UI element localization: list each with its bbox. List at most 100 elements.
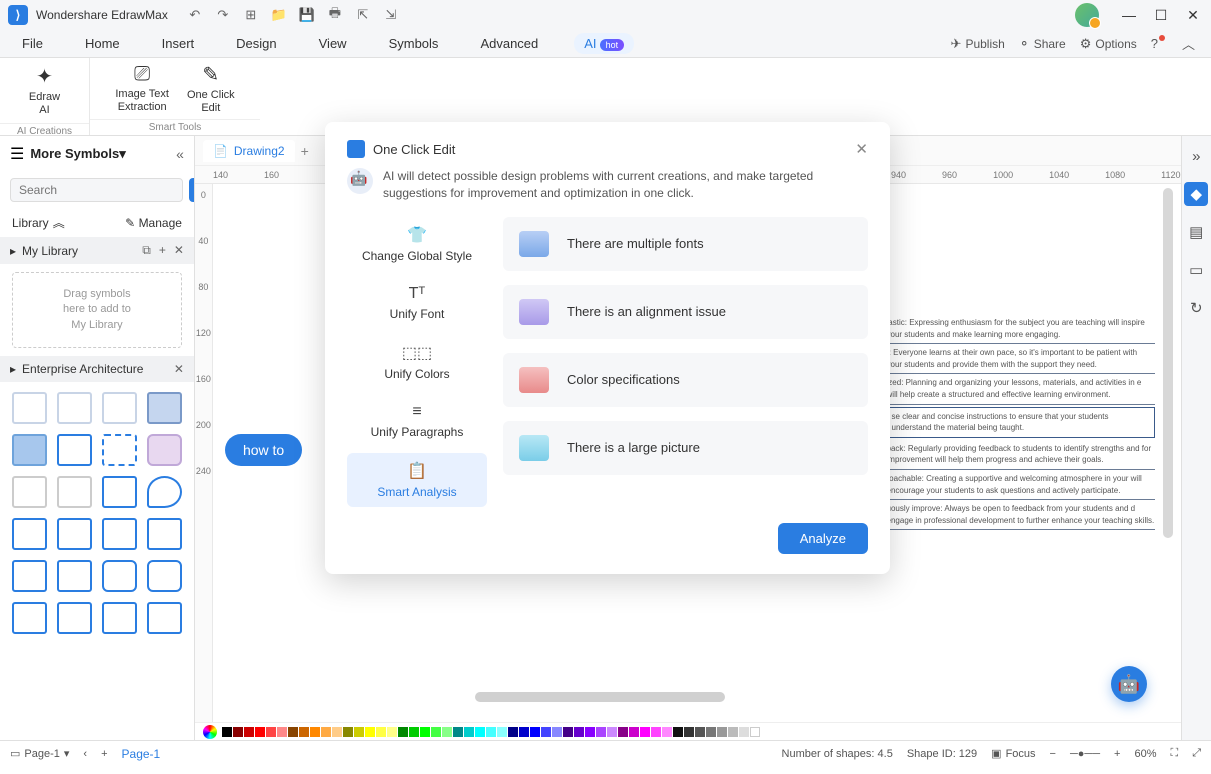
opt-unify-paragraphs[interactable]: ≡Unify Paragraphs bbox=[347, 395, 487, 447]
my-library-section[interactable]: ▸My Library ⧉+✕ bbox=[0, 237, 194, 264]
menu-view[interactable]: View bbox=[313, 32, 353, 55]
color-swatch[interactable] bbox=[354, 727, 364, 737]
add-icon[interactable]: + bbox=[159, 243, 166, 258]
import-icon[interactable]: ⇲ bbox=[382, 6, 400, 24]
color-swatch[interactable] bbox=[244, 727, 254, 737]
menu-advanced[interactable]: Advanced bbox=[474, 32, 544, 55]
open-icon[interactable]: 📁 bbox=[270, 6, 288, 24]
color-swatch[interactable] bbox=[420, 727, 430, 737]
user-avatar[interactable] bbox=[1075, 3, 1099, 27]
color-swatch[interactable] bbox=[453, 727, 463, 737]
shape-item[interactable] bbox=[147, 392, 182, 424]
color-swatch[interactable] bbox=[530, 727, 540, 737]
shape-item[interactable] bbox=[102, 518, 137, 550]
color-swatch[interactable] bbox=[508, 727, 518, 737]
analyze-button[interactable]: Analyze bbox=[778, 523, 868, 554]
zoom-slider[interactable]: ─●── bbox=[1070, 748, 1100, 760]
color-swatch[interactable] bbox=[277, 727, 287, 737]
color-swatch[interactable] bbox=[541, 727, 551, 737]
close-button[interactable]: ✕ bbox=[1183, 5, 1203, 25]
minimize-button[interactable]: — bbox=[1119, 5, 1139, 25]
maximize-button[interactable]: ☐ bbox=[1151, 5, 1171, 25]
manage-link[interactable]: ✎ Manage bbox=[125, 216, 182, 230]
color-swatch[interactable] bbox=[266, 727, 276, 737]
issue-item[interactable]: There are multiple fonts bbox=[503, 217, 868, 271]
hamburger-icon[interactable]: ☰ bbox=[10, 144, 24, 164]
color-swatch[interactable] bbox=[486, 727, 496, 737]
opt-unify-colors[interactable]: ⬚⬚Unify Colors bbox=[347, 335, 487, 389]
shape-item[interactable] bbox=[147, 602, 182, 634]
color-swatch[interactable] bbox=[497, 727, 507, 737]
canvas-text-block[interactable]: iastic: Expressing enthusiasm for the su… bbox=[887, 314, 1155, 530]
shape-item[interactable] bbox=[57, 560, 92, 592]
shape-item[interactable] bbox=[12, 560, 47, 592]
close-section-icon[interactable]: ✕ bbox=[174, 243, 184, 258]
color-swatch[interactable] bbox=[310, 727, 320, 737]
new-tab-button[interactable]: + bbox=[301, 143, 309, 159]
canvas-chip[interactable]: how to bbox=[225, 434, 302, 466]
collapse-panel-icon[interactable]: « bbox=[176, 146, 184, 162]
color-swatch[interactable] bbox=[717, 727, 727, 737]
shape-item[interactable] bbox=[147, 560, 182, 592]
focus-toggle[interactable]: ▣ Focus bbox=[991, 747, 1035, 760]
enterprise-section[interactable]: ▸Enterprise Architecture ✕ bbox=[0, 356, 194, 382]
zoom-out-icon[interactable]: − bbox=[1050, 748, 1056, 760]
shape-item[interactable] bbox=[147, 476, 182, 508]
shape-item[interactable] bbox=[57, 434, 92, 466]
print-icon[interactable]: 🖶 bbox=[326, 6, 344, 24]
color-swatch[interactable] bbox=[299, 727, 309, 737]
color-swatch[interactable] bbox=[662, 727, 672, 737]
collapse-ribbon-icon[interactable]: ︿ bbox=[1182, 34, 1195, 53]
color-swatch[interactable] bbox=[288, 727, 298, 737]
fit-page-icon[interactable]: ⛶ bbox=[1170, 747, 1178, 760]
color-swatch[interactable] bbox=[728, 727, 738, 737]
add-page-icon[interactable]: + bbox=[101, 748, 107, 760]
present-panel-icon[interactable]: ▭ bbox=[1184, 258, 1208, 282]
zoom-in-icon[interactable]: + bbox=[1114, 748, 1120, 760]
chevron-up-icon[interactable]: ︽ bbox=[53, 214, 65, 231]
close-section-icon[interactable]: ✕ bbox=[174, 362, 184, 376]
color-swatch[interactable] bbox=[651, 727, 661, 737]
image-text-extraction-button[interactable]: ⎚ Image Text Extraction bbox=[115, 63, 169, 114]
menu-file[interactable]: File bbox=[16, 32, 49, 55]
shape-item[interactable] bbox=[12, 392, 47, 424]
undo-icon[interactable]: ↶ bbox=[186, 6, 204, 24]
symbol-search-input[interactable] bbox=[10, 178, 183, 202]
color-swatch[interactable] bbox=[596, 727, 606, 737]
menu-design[interactable]: Design bbox=[230, 32, 282, 55]
shape-item[interactable] bbox=[12, 434, 47, 466]
shape-item[interactable] bbox=[57, 392, 92, 424]
prev-page-icon[interactable]: ‹ bbox=[83, 748, 87, 760]
color-swatch[interactable] bbox=[475, 727, 485, 737]
color-swatch[interactable] bbox=[684, 727, 694, 737]
format-panel-icon[interactable]: ◆ bbox=[1184, 182, 1208, 206]
color-swatch[interactable] bbox=[750, 727, 760, 737]
menu-insert[interactable]: Insert bbox=[156, 32, 201, 55]
ai-assistant-button[interactable]: 🤖 bbox=[1111, 666, 1147, 702]
issue-item[interactable]: Color specifications bbox=[503, 353, 868, 407]
page-selector[interactable]: ▭ Page-1 ▾ bbox=[10, 747, 69, 760]
shape-item[interactable] bbox=[102, 434, 137, 466]
options-link[interactable]: ⚙Options bbox=[1080, 36, 1137, 52]
issue-item[interactable]: There is an alignment issue bbox=[503, 285, 868, 339]
horizontal-scrollbar[interactable] bbox=[475, 692, 725, 702]
copy-icon[interactable]: ⧉ bbox=[142, 243, 151, 258]
color-swatch[interactable] bbox=[365, 727, 375, 737]
shape-item[interactable] bbox=[102, 560, 137, 592]
opt-unify-font[interactable]: TᵀUnify Font bbox=[347, 277, 487, 329]
color-swatch[interactable] bbox=[431, 727, 441, 737]
color-swatch[interactable] bbox=[585, 727, 595, 737]
vertical-scrollbar[interactable] bbox=[1163, 188, 1173, 538]
issue-item[interactable]: There is a large picture bbox=[503, 421, 868, 475]
color-swatch[interactable] bbox=[343, 727, 353, 737]
color-swatch[interactable] bbox=[607, 727, 617, 737]
new-icon[interactable]: ⊞ bbox=[242, 6, 260, 24]
dialog-close-button[interactable]: ✕ bbox=[855, 140, 868, 158]
symbol-drop-zone[interactable]: Drag symbols here to add to My Library bbox=[12, 272, 182, 348]
color-swatch[interactable] bbox=[376, 727, 386, 737]
save-icon[interactable]: 💾 bbox=[298, 6, 316, 24]
color-swatch[interactable] bbox=[739, 727, 749, 737]
redo-icon[interactable]: ↷ bbox=[214, 6, 232, 24]
color-swatch[interactable] bbox=[563, 727, 573, 737]
shape-item[interactable] bbox=[57, 518, 92, 550]
